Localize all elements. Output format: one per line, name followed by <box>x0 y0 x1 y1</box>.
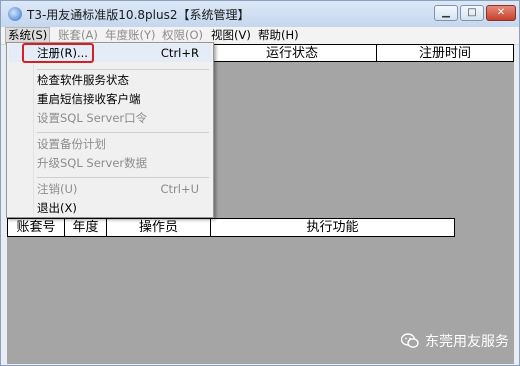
title-bar[interactable]: T3-用友通标准版10.8plus2【系统管理】 ▁ □ ✕ <box>1 1 519 28</box>
menu-separator <box>37 132 209 133</box>
minimize-button[interactable]: ▁ <box>434 5 458 21</box>
close-button[interactable]: ✕ <box>486 5 516 21</box>
maximize-button[interactable]: □ <box>460 5 484 21</box>
menu-account-set[interactable]: 账套(A) <box>56 28 100 43</box>
menu-item-logout[interactable]: 注销(U) Ctrl+U <box>9 180 211 198</box>
menu-item-label: 升级SQL Server数据 <box>37 156 148 170</box>
menu-item-exit[interactable]: 退出(X) <box>9 199 211 217</box>
menu-item-check-service-status[interactable]: 检查软件服务状态 <box>9 71 211 89</box>
system-menu-dropdown: 注册(R)... Ctrl+R 检查软件服务状态 重启短信接收客户端 设置SQL… <box>6 42 214 218</box>
menu-help[interactable]: 帮助(H) <box>256 28 301 43</box>
menu-separator <box>37 69 209 70</box>
lower-table-header: 账套号 年度 操作员 执行功能 <box>7 218 455 237</box>
column-header-run-status: 运行状态 <box>208 45 377 61</box>
menu-item-label: 注销(U) <box>37 182 78 196</box>
chat-bubble-icon <box>401 333 419 348</box>
upper-table-header: 运行状态 注册时间 <box>207 44 514 62</box>
menu-item-label: 设置SQL Server口令 <box>37 111 148 125</box>
menu-view[interactable]: 视图(V) <box>209 28 253 43</box>
column-header-account-set-no: 账套号 <box>8 219 65 236</box>
menu-item-label: 检查软件服务状态 <box>37 73 129 87</box>
menu-separator <box>37 177 209 178</box>
column-header-register-time: 注册时间 <box>418 46 471 61</box>
menu-annual-account[interactable]: 年度账(Y) <box>103 28 158 43</box>
watermark-text: 东莞用友服务 <box>425 334 509 350</box>
app-window: T3-用友通标准版10.8plus2【系统管理】 ▁ □ ✕ 系统(S) 账套(… <box>0 0 520 366</box>
menu-item-shortcut: Ctrl+U <box>160 182 199 196</box>
menu-permissions[interactable]: 权限(O) <box>160 28 205 43</box>
menu-item-upgrade-sql-data[interactable]: 升级SQL Server数据 <box>9 154 211 172</box>
menu-item-label: 设置备份计划 <box>37 137 106 151</box>
menu-item-register[interactable]: 注册(R)... Ctrl+R <box>9 43 211 63</box>
menu-item-label: 退出(X) <box>37 201 77 215</box>
column-header-operator: 操作员 <box>107 219 211 236</box>
menu-item-label: 注册(R)... <box>37 46 88 60</box>
app-logo-icon <box>8 7 22 21</box>
menu-item-restart-sms-client[interactable]: 重启短信接收客户端 <box>9 90 211 108</box>
menu-item-label: 重启短信接收客户端 <box>37 92 141 106</box>
column-header-executed-function: 执行功能 <box>306 220 359 235</box>
menu-item-set-sql-password[interactable]: 设置SQL Server口令 <box>9 109 211 127</box>
column-header-year: 年度 <box>65 219 107 236</box>
menu-item-shortcut: Ctrl+R <box>160 46 199 60</box>
menu-item-backup-plan[interactable]: 设置备份计划 <box>9 135 211 153</box>
window-title: T3-用友通标准版10.8plus2【系统管理】 <box>27 8 250 22</box>
